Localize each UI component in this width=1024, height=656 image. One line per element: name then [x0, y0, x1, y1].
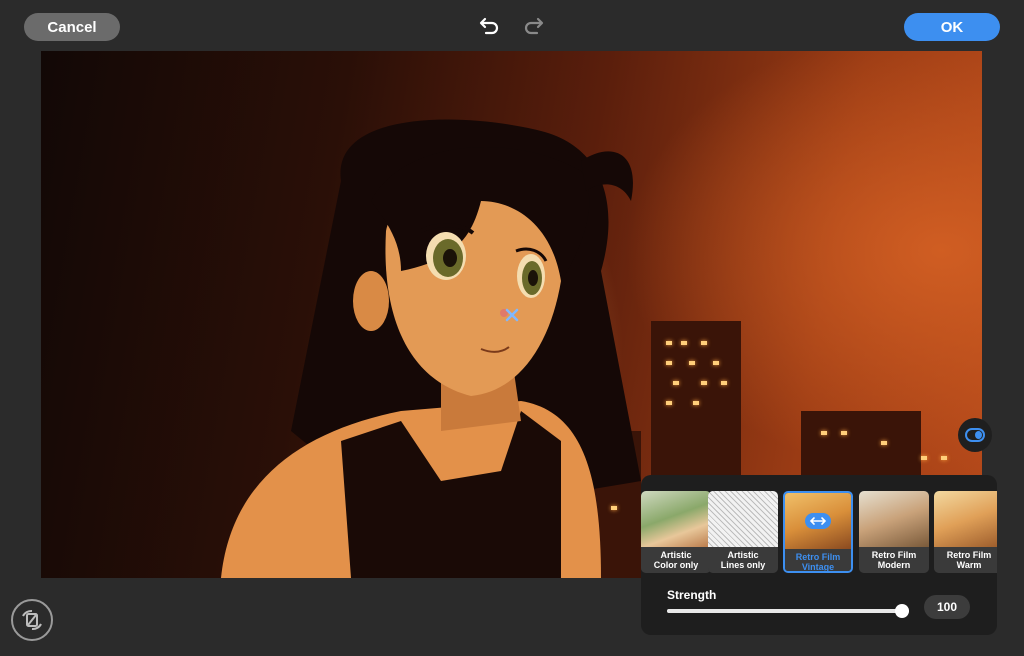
- top-toolbar: Cancel OK: [0, 0, 1024, 50]
- adjust-icon[interactable]: [805, 513, 831, 529]
- filter-label: Retro Film Vintage: [785, 549, 851, 571]
- crosshair-marker-icon[interactable]: [504, 307, 520, 323]
- ok-button[interactable]: OK: [904, 13, 1000, 41]
- strength-slider-thumb[interactable]: [895, 604, 909, 618]
- strength-label: Strength: [667, 588, 717, 602]
- strength-slider[interactable]: [667, 604, 909, 618]
- filter-label: Artistic Lines only: [708, 547, 778, 573]
- filter-panel: Artistic Color only Artistic Lines only …: [641, 475, 997, 635]
- filter-list: Artistic Color only Artistic Lines only …: [641, 491, 997, 575]
- cancel-button[interactable]: Cancel: [24, 13, 120, 41]
- compare-toggle-icon[interactable]: [958, 418, 992, 452]
- strength-slider-fill: [667, 609, 909, 613]
- filter-label: Artistic Color only: [641, 547, 711, 573]
- filter-label: Retro Film Warm: [934, 547, 997, 573]
- filter-retro-film-warm[interactable]: Retro Film Warm: [934, 491, 997, 573]
- redo-icon[interactable]: [520, 12, 546, 38]
- filter-artistic-lines-only[interactable]: Artistic Lines only: [708, 491, 778, 573]
- undo-icon[interactable]: [477, 12, 503, 38]
- filter-retro-film-modern[interactable]: Retro Film Modern: [859, 491, 929, 573]
- filter-retro-film-vintage[interactable]: Retro Film Vintage: [783, 491, 853, 573]
- filter-label: Retro Film Modern: [859, 547, 929, 573]
- filter-artistic-color-only[interactable]: Artistic Color only: [641, 491, 711, 573]
- strength-value[interactable]: 100: [924, 595, 970, 619]
- rotate-reset-icon[interactable]: [11, 599, 53, 641]
